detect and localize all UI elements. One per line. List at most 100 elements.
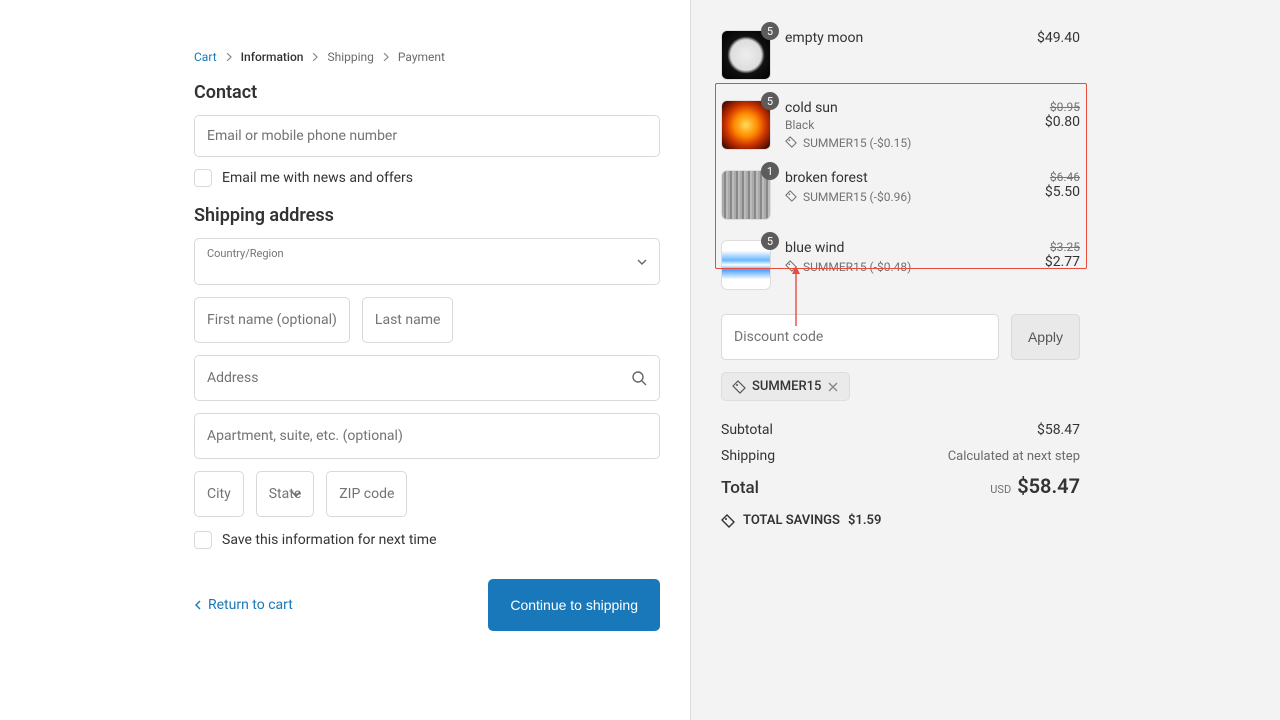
- price: $5.50: [1020, 184, 1080, 200]
- search-icon: [631, 370, 647, 386]
- address-field[interactable]: Address: [194, 355, 660, 401]
- discount-text: SUMMER15 (-$0.15): [803, 136, 911, 150]
- state-select[interactable]: State: [256, 471, 315, 517]
- first-name-field[interactable]: First name (optional): [194, 297, 350, 343]
- total-label: Total: [721, 478, 759, 498]
- savings-value: $1.59: [848, 513, 881, 528]
- return-to-cart-link[interactable]: Return to cart: [194, 597, 293, 613]
- discount-text: SUMMER15 (-$0.96): [803, 190, 911, 204]
- order-summary-pane: 5 empty moon $49.40 5 cold sun Black SUMMER15 …: [690, 0, 1280, 720]
- news-optin-label: Email me with news and offers: [222, 170, 413, 186]
- continue-button[interactable]: Continue to shipping: [488, 579, 660, 631]
- total-currency: USD: [990, 483, 1011, 496]
- email-placeholder: Email or mobile phone number: [207, 128, 397, 144]
- apartment-placeholder: Apartment, suite, etc. (optional): [207, 428, 403, 444]
- cart-items: 5 empty moon $49.40 5 cold sun Black SUMMER15 …: [721, 20, 1080, 300]
- breadcrumb-cart[interactable]: Cart: [194, 50, 217, 64]
- cart-item-title: broken forest: [785, 170, 1006, 186]
- cart-item-prices: $0.95$0.80: [1020, 100, 1080, 130]
- checkout-form-pane: Cart Information Shipping Payment Contac…: [0, 0, 690, 720]
- price: $2.77: [1020, 254, 1080, 270]
- email-field[interactable]: Email or mobile phone number: [194, 115, 660, 157]
- cart-item-prices: $6.46$5.50: [1020, 170, 1080, 200]
- price: $49.40: [1020, 30, 1080, 46]
- discount-code-input[interactable]: Discount code: [721, 314, 999, 360]
- country-select[interactable]: Country/Region: [194, 238, 660, 285]
- country-value: [207, 260, 647, 278]
- remove-discount-button[interactable]: [827, 381, 839, 393]
- qty-badge: 5: [761, 22, 779, 40]
- cart-item: 5 cold sun Black SUMMER15 (-$0.15) $0.95$0.8…: [721, 90, 1080, 160]
- price: $0.80: [1020, 114, 1080, 130]
- cart-item: 1 broken forest SUMMER15 (-$0.96) $6.46$5.5…: [721, 160, 1080, 230]
- breadcrumb: Cart Information Shipping Payment: [194, 50, 660, 64]
- qty-badge: 5: [761, 232, 779, 250]
- breadcrumb-shipping: Shipping: [327, 50, 373, 64]
- cart-item-prices: $3.25$2.77: [1020, 240, 1080, 270]
- chevron-right-icon: [311, 53, 319, 61]
- cart-item-discount: SUMMER15 (-$0.96): [785, 190, 1006, 204]
- cart-item-title: empty moon: [785, 30, 1006, 46]
- breadcrumb-payment: Payment: [398, 50, 445, 64]
- tag-icon: [732, 380, 746, 394]
- cart-item-info: blue wind SUMMER15 (-$0.48): [785, 240, 1006, 274]
- country-label: Country/Region: [207, 247, 647, 260]
- cart-item-title: cold sun: [785, 100, 1006, 116]
- city-placeholder: City: [207, 486, 231, 502]
- cart-item-title: blue wind: [785, 240, 1006, 256]
- cart-item: 5 blue wind SUMMER15 (-$0.48) $3.25$2.77: [721, 230, 1080, 300]
- qty-badge: 5: [761, 92, 779, 110]
- subtotal-value: $58.47: [1037, 422, 1080, 438]
- tag-icon: [785, 190, 799, 204]
- savings-label: TOTAL SAVINGS: [743, 513, 840, 528]
- tag-icon: [721, 514, 735, 528]
- news-optin-checkbox[interactable]: [194, 169, 212, 187]
- address-placeholder: Address: [207, 370, 258, 386]
- chevron-down-icon: [637, 257, 647, 267]
- qty-badge: 1: [761, 162, 779, 180]
- compare-price: $0.95: [1020, 100, 1080, 114]
- cart-item-thumb: 5: [721, 240, 771, 290]
- applied-code-label: SUMMER15: [752, 379, 821, 394]
- first-name-placeholder: First name (optional): [207, 312, 337, 328]
- total-value: $58.47: [1017, 474, 1080, 498]
- cart-item-info: cold sun Black SUMMER15 (-$0.15): [785, 100, 1006, 150]
- cart-item-thumb: 5: [721, 100, 771, 150]
- breadcrumb-information: Information: [241, 50, 304, 64]
- tag-icon: [785, 260, 799, 274]
- chevron-down-icon: [291, 489, 301, 499]
- cart-item-discount: SUMMER15 (-$0.48): [785, 260, 1006, 274]
- city-field[interactable]: City: [194, 471, 244, 517]
- save-info-label: Save this information for next time: [222, 532, 437, 548]
- shipping-value: Calculated at next step: [948, 449, 1080, 464]
- chevron-right-icon: [225, 53, 233, 61]
- discount-placeholder: Discount code: [734, 329, 823, 345]
- cart-item-thumb: 1: [721, 170, 771, 220]
- subtotal-label: Subtotal: [721, 422, 773, 438]
- apply-discount-button[interactable]: Apply: [1011, 314, 1080, 360]
- shipping-label: Shipping: [721, 448, 775, 464]
- contact-heading: Contact: [194, 82, 660, 103]
- last-name-field[interactable]: Last name: [362, 297, 453, 343]
- zip-field[interactable]: ZIP code: [326, 471, 407, 517]
- cart-item-info: empty moon: [785, 30, 1006, 46]
- discount-text: SUMMER15 (-$0.48): [803, 260, 911, 274]
- cart-item-prices: $49.40: [1020, 30, 1080, 46]
- cart-item: 5 empty moon $49.40: [721, 20, 1080, 90]
- return-label: Return to cart: [208, 597, 293, 613]
- apartment-field[interactable]: Apartment, suite, etc. (optional): [194, 413, 660, 459]
- chevron-left-icon: [194, 600, 202, 610]
- totals: Subtotal $58.47 Shipping Calculated at n…: [721, 417, 1080, 528]
- save-info-checkbox[interactable]: [194, 531, 212, 549]
- compare-price: $3.25: [1020, 240, 1080, 254]
- applied-discount-tag: SUMMER15: [721, 372, 850, 401]
- cart-item-info: broken forest SUMMER15 (-$0.96): [785, 170, 1006, 204]
- last-name-placeholder: Last name: [375, 312, 440, 328]
- cart-item-discount: SUMMER15 (-$0.15): [785, 136, 1006, 150]
- compare-price: $6.46: [1020, 170, 1080, 184]
- cart-item-thumb: 5: [721, 30, 771, 80]
- shipping-heading: Shipping address: [194, 205, 660, 226]
- cart-item-variant: Black: [785, 118, 1006, 132]
- zip-placeholder: ZIP code: [339, 486, 394, 502]
- tag-icon: [785, 136, 799, 150]
